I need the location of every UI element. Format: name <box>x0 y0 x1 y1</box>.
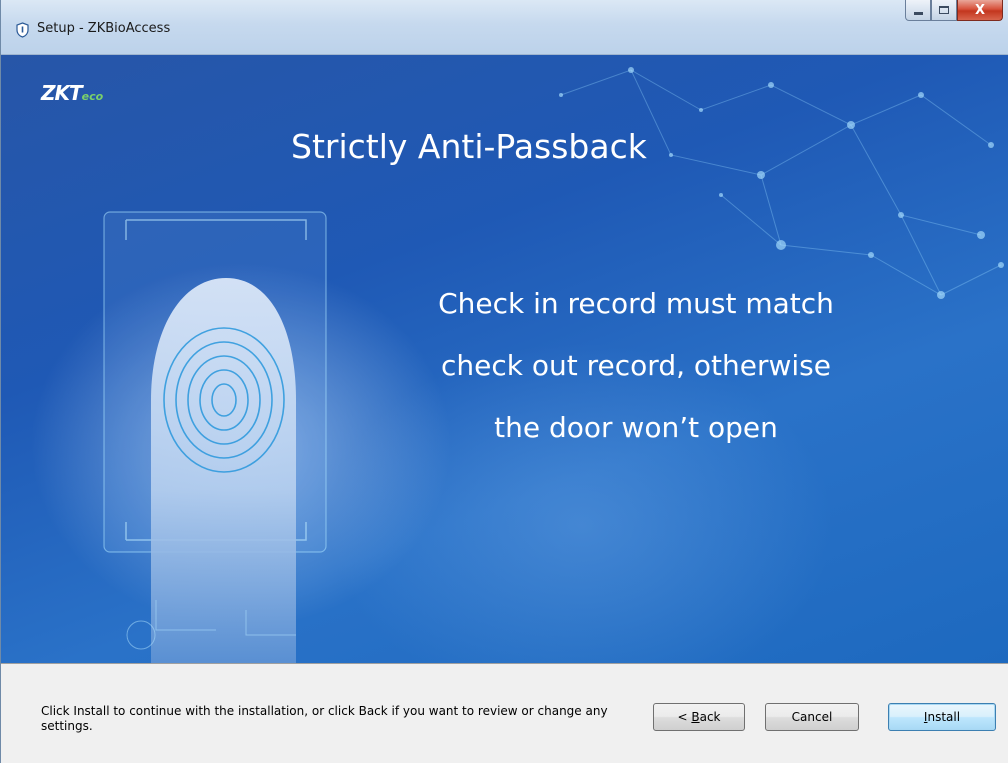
feature-heading: Strictly Anti-Passback <box>291 127 647 166</box>
minimize-button[interactable] <box>905 0 931 21</box>
minimize-icon <box>913 12 923 15</box>
zkteco-logo: ZKTeco <box>41 81 103 105</box>
logo-sub-text: eco <box>81 90 104 103</box>
maximize-icon <box>939 6 949 14</box>
feature-description: Check in record must match check out rec… <box>381 273 891 459</box>
back-accelerator: B <box>691 710 700 724</box>
close-icon: X <box>974 2 986 18</box>
title-bar[interactable]: Setup - ZKBioAccess X <box>1 0 1008 55</box>
install-label-rest: nstall <box>927 710 961 724</box>
description-line: Check in record must match <box>438 287 834 320</box>
back-label-rest: ack <box>699 710 721 724</box>
install-instructions: Click Install to continue with the insta… <box>41 704 608 733</box>
description-line: the door won’t open <box>494 411 778 444</box>
installer-banner: ZKTeco Strictly Anti-Passback Check in r… <box>1 55 1008 663</box>
window-title: Setup - ZKBioAccess <box>37 21 171 36</box>
fingerprint-graphic <box>103 211 327 663</box>
cancel-label: Cancel <box>791 710 833 724</box>
maximize-button[interactable] <box>931 0 957 21</box>
back-button[interactable]: < Back <box>653 703 745 731</box>
back-prefix: < <box>677 710 692 724</box>
cancel-button[interactable]: Cancel <box>765 703 859 731</box>
caption-buttons: X <box>905 0 1003 22</box>
install-button[interactable]: Install <box>888 703 996 731</box>
description-line: check out record, otherwise <box>441 349 831 382</box>
setup-shield-icon <box>15 22 30 38</box>
close-button[interactable]: X <box>957 0 1003 21</box>
logo-main-text: ZKT <box>41 81 83 105</box>
setup-window: Setup - ZKBioAccess X ZKTeco Strictly An… <box>0 0 1008 763</box>
wizard-footer: Click Install to continue with the insta… <box>1 663 1008 763</box>
